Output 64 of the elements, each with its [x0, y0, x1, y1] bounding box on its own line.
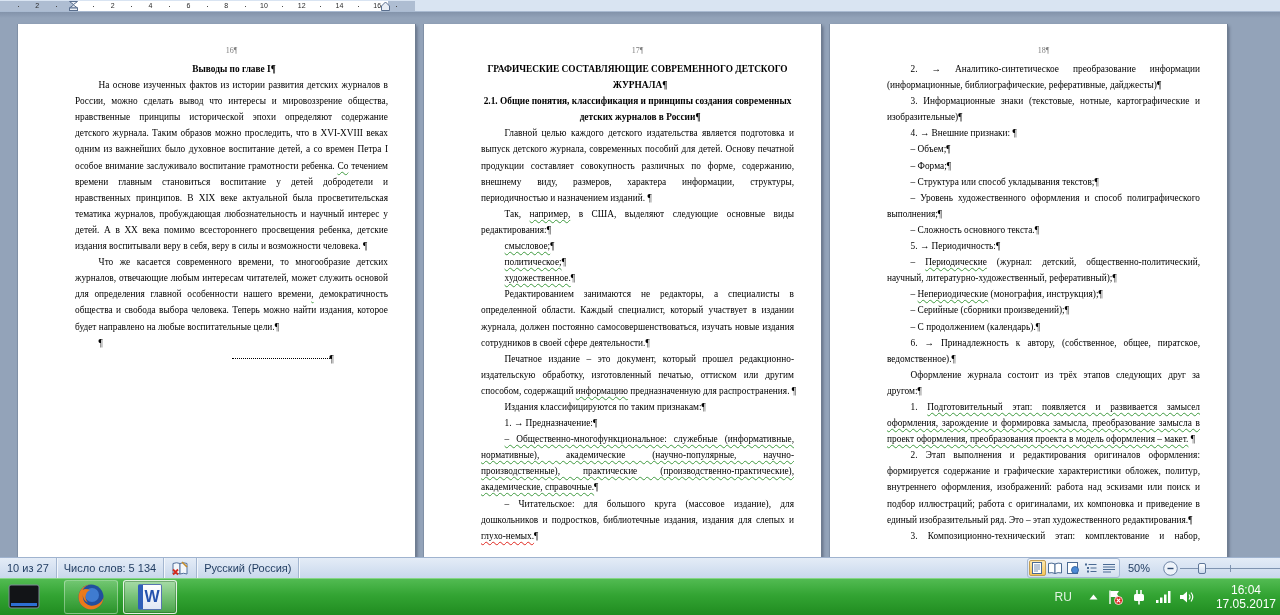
paragraph: смысловое;¶ [504, 241, 556, 252]
view-button[interactable] [1028, 560, 1046, 576]
caret-up-icon[interactable] [1088, 594, 1098, 600]
paragraph: ¶ [98, 337, 103, 348]
heading: ГРАФИЧЕСКИЕ СОСТАВЛЯЮЩИЕ СОВРЕМЕННОГО ДЕТСКОГО ЖУРНАЛА¶ [487, 64, 788, 91]
zoom-out-button[interactable] [1163, 560, 1178, 576]
indent-marker-icon[interactable] [381, 1, 390, 11]
minus-circle-icon [1163, 560, 1178, 576]
paragraph: Что же касается современного времени, то многообразие детских журналов, отвечающие любым интересам читателей, может служить основой для определения главной особенности нашего времени, демократичность общества и свобода выбора человека. Теперь можно найти издания, которое будет направлено на любые воспитательные цели.¶ [75, 257, 388, 332]
paragraph: Оформление журнала состоит из трёх этапов следующих друг за другом:¶ [887, 369, 1200, 396]
book-cross-icon[interactable] [171, 560, 190, 576]
taskbar-app-button[interactable]: W [123, 580, 177, 614]
paragraph: 2. → Аналитико-синтетическое преобразование информации (информационные, библиографические, реферативные, дайджесты)¶ [887, 64, 1200, 91]
word-count[interactable]: Число слов: 5 134 [63, 562, 157, 574]
globe-page-icon [1066, 562, 1081, 574]
heading: 2.1. Общие понятия, классификация и принципы создания современных детских журналов в России¶ [483, 96, 792, 123]
paragraph: – Форма;¶ [910, 160, 952, 171]
speaker-icon[interactable] [1178, 590, 1195, 604]
open-book-icon [1048, 562, 1063, 574]
page-number: 16¶ [225, 46, 238, 55]
paragraph: 2. Этап выполнения и редактирования оригиналов оформления: формируется содержание и графические характеристики обложек, политур, внутреннего оформления, изображений: работа над эскизами или поиск и подбор иллюстраций; работа с оригиналами, их компоновка и приведение в единый изобразительный ряд. Это – этап художественного редактирования.¶ [887, 450, 1200, 525]
flag-icon[interactable] [1106, 589, 1123, 605]
paragraph: Издания классифицируются по таким признакам:¶ [504, 401, 707, 412]
paragraph: 6. → Принадлежность к автору, (собственное, общее, пиратское, ведомственное).¶ [887, 337, 1200, 364]
paragraph: 4. → Внешние признаки: ¶ [910, 128, 1018, 139]
page-indicator[interactable]: 10 из 27 [7, 562, 49, 574]
paragraph: – Читательское: для большого круга (массовое издание), для дошкольников и подростков, библиотечные издания, издания для слепых и глухо-немых.¶ [481, 498, 794, 541]
monitor-icon [8, 584, 40, 610]
paragraph: Редактированием занимаются не редакторы, а специалисты в определенной области. Каждый специалист, который участвует в издании журнала, должен постоянно самосовершенствоваться, изучать новые издания сотрудников в своей сфере деятельности.¶ [481, 289, 794, 348]
zoom-level[interactable]: 50% [1119, 562, 1163, 574]
page-icon [1030, 562, 1045, 574]
clock-date[interactable]: 17.05.2017 [1215, 597, 1276, 611]
paragraph: 1. Подготовительный этап: появляется и развивается замысел оформления, зарождение и формировка замысла, преобразование замысла в проект оформления, преобразования проекта в модель оформления – макет. ¶ [887, 401, 1200, 445]
bullet-list-icon [1084, 562, 1099, 574]
zoom-slider[interactable] [1180, 560, 1280, 576]
indent-marker-icon[interactable] [69, 1, 78, 11]
paragraph: – С продолжением (календарь).¶ [910, 321, 1041, 332]
page-number: 17¶ [631, 46, 644, 55]
slider-thumb[interactable] [1198, 562, 1206, 574]
paragraph: – Структура или способ укладывания текстов;¶ [910, 176, 1100, 187]
paragraph: 5. → Периодичность:¶ [910, 241, 1002, 252]
view-button[interactable] [1046, 560, 1064, 576]
paragraph: – Объем;¶ [910, 144, 952, 155]
paragraph: – Серийные (сборники произведений);¶ [910, 305, 1070, 316]
paragraph: – Общественно-многофункциональное: служебные (информативные, нормативные), академические (научно-популярные, научно-производственные), практические (производственно-практические), академические, справочные.¶ [481, 434, 794, 493]
paragraph: – Сложность основного текста.¶ [910, 224, 1040, 235]
paragraph-mark: ¶ [329, 353, 334, 364]
paragraph: 3. Композиционно-технический этап: комплектование и набор, [910, 530, 1200, 541]
paragraph: 3. Информационные знаки (текстовые, нотные, картографические и изобразительные)¶ [887, 96, 1200, 123]
paragraph: – Непериодические (монография, инструкция);¶ [910, 289, 1104, 300]
paragraph: 1. → Предназначение:¶ [504, 418, 599, 429]
heading: Выводы по главе I¶ [192, 64, 277, 74]
lines-icon [1102, 562, 1117, 574]
globe-icon [77, 583, 105, 611]
signal-icon[interactable] [1154, 590, 1171, 604]
paragraph: На основе изученных фактов из истории развития детских журналов в России, можно сделать вывод что интересы и мировоззрение общества, нравственные принципы исторической эпохи определяют содержание детского журнала. Таким образов можно проследить, что в XVI-XVIII веках одним из важнейших было духовное воспитание детей, а со времен Петра I особое внимание заслуживало воспитание грамотности ребенка. Со течением времени главным становиться воспитание у детей добродетели и нравственных принципов. В XIX веке актуальной была просветительская тематика журналов, пробуждающая любознательность и научный интерес у детей. А в XX века помимо всестороннего просвещения ребенка, детские издания воспитывали веру в себя, веру в силы и возможности человека. ¶ [75, 80, 388, 252]
paragraph: художественное.¶ [504, 273, 577, 284]
page-number: 18¶ [1037, 46, 1050, 55]
paragraph: – Уровень художественного оформления и способ полиграфического выполнения;¶ [887, 192, 1200, 219]
language-indicator[interactable]: Русский (Россия) [204, 562, 292, 574]
paragraph: – Периодические (журнал: детский, общественно-политический, научный, литературно-художественный, реферативный);¶ [887, 257, 1200, 284]
paragraph: политическое;¶ [504, 257, 567, 268]
paragraph: Печатное издание – это документ, который прошел редакционно-издательскую обработку, изготовленный печатью, оттиском или другим способом, содержащий информацию предназначенную для распространения. ¶ [481, 353, 798, 396]
taskbar-app-button[interactable] [64, 580, 118, 614]
